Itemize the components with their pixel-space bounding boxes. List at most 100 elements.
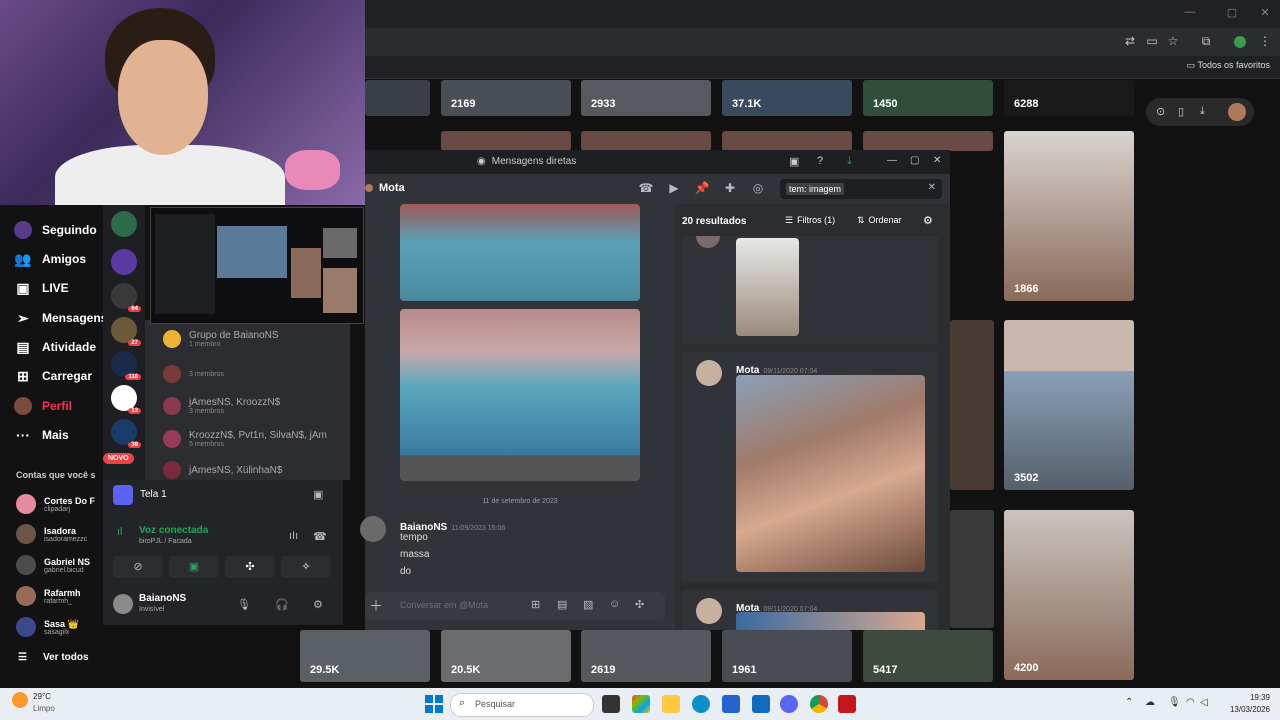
nav-amigos[interactable]: 👥 Amigos — [14, 249, 86, 269]
search-input[interactable]: tem: imagem ✕ — [780, 179, 942, 199]
user-avatar[interactable] — [113, 594, 133, 614]
contact-item[interactable]: Cortes Do Fclipadarj — [16, 492, 95, 516]
dm-item[interactable]: Grupo de BaianoNS 1 membro — [163, 330, 279, 348]
maximize-icon[interactable]: ▢ — [910, 155, 919, 166]
chat-image[interactable] — [400, 204, 640, 301]
sort-button[interactable]: ⇅ Ordenar — [857, 215, 902, 226]
user-avatar-icon[interactable] — [1228, 103, 1246, 121]
file-explorer-icon[interactable] — [662, 695, 680, 713]
server-icon[interactable]: 13 — [111, 385, 141, 414]
attach-plus-icon[interactable]: ＋ — [369, 596, 383, 616]
video-thumbnail[interactable]: 2619 — [581, 630, 711, 682]
translate-icon[interactable]: ⇄ — [1122, 34, 1138, 50]
acrobat-icon[interactable] — [838, 695, 856, 713]
cast-icon[interactable]: ▭ — [1144, 34, 1160, 50]
video-thumbnail[interactable]: 1961 — [722, 630, 852, 682]
video-thumbnail[interactable]: 2933 — [581, 80, 711, 116]
settings-gear-icon[interactable]: ⚙ — [313, 598, 323, 611]
video-thumbnail[interactable]: 3502 — [1004, 320, 1134, 490]
clock-time[interactable]: 19:39 — [1226, 693, 1270, 702]
tray-chevron-icon[interactable]: ⌃ — [1125, 697, 1133, 708]
noise-suppression-icon[interactable]: ıIı — [289, 530, 298, 542]
chat-image[interactable] — [400, 309, 640, 481]
video-thumbnail[interactable] — [950, 320, 994, 490]
gift-icon[interactable]: ⊞ — [531, 598, 540, 611]
close-icon[interactable]: ✕ — [933, 155, 941, 166]
profile-avatar-icon[interactable] — [1234, 36, 1246, 48]
apps-icon[interactable]: ✣ — [635, 598, 644, 611]
taskbar-search[interactable]: ⌕ Pesquisar — [450, 693, 594, 717]
video-call-icon[interactable]: ▶ — [666, 181, 682, 197]
video-thumbnail[interactable]: 6288 — [1004, 80, 1134, 116]
server-icon[interactable]: 118 — [111, 351, 141, 380]
nav-perfil[interactable]: Perfil — [14, 396, 72, 416]
star-icon[interactable]: ☆ — [1165, 34, 1181, 50]
maximize-icon[interactable]: ▢ — [1222, 6, 1242, 22]
close-icon[interactable]: ✕ — [1255, 6, 1275, 22]
tray-app-icon[interactable]: ☁ — [1145, 697, 1155, 708]
result-card[interactable]: Mota 09/11/2020 07:04 — [682, 352, 938, 582]
video-thumbnail[interactable] — [722, 131, 852, 151]
composer-input[interactable]: Conversar em @Mota — [400, 600, 488, 610]
user-profile-icon[interactable]: ◎ — [750, 181, 766, 197]
video-thumbnail[interactable]: 1450 — [863, 80, 993, 116]
contact-item[interactable]: Isadora isadoramezzc — [16, 522, 87, 546]
nav-mensagens[interactable]: ➢ Mensagens — [14, 308, 107, 328]
pin-icon[interactable]: 📌 — [694, 181, 710, 197]
store-icon[interactable] — [722, 695, 740, 713]
server-icon[interactable] — [111, 211, 137, 237]
disconnect-icon[interactable]: ☎ — [313, 530, 327, 543]
dm-item[interactable]: jAmesNS, KroozzN$ 3 membros — [163, 397, 280, 415]
weather-temp[interactable]: 29°C — [33, 692, 51, 701]
video-thumbnail[interactable]: 29.5K — [300, 630, 430, 682]
download-icon[interactable]: ⤓ — [847, 155, 852, 168]
stop-stream-icon[interactable]: ▣ — [313, 488, 323, 501]
video-thumbnail[interactable] — [581, 131, 711, 151]
extensions-icon[interactable]: ⧉ — [1198, 34, 1214, 50]
microphone-icon[interactable]: 🎙 — [237, 598, 251, 611]
history-icon[interactable]: ⊙ — [1156, 105, 1165, 118]
video-thumbnail[interactable] — [365, 80, 430, 116]
avatar[interactable] — [360, 516, 386, 542]
server-icon[interactable]: 27 — [111, 317, 141, 346]
windows-start-icon[interactable] — [425, 695, 443, 713]
result-image[interactable] — [736, 375, 925, 572]
video-thumbnail[interactable] — [950, 510, 994, 628]
nav-carregar[interactable]: ⊞ Carregar — [14, 366, 92, 386]
contact-item[interactable]: Rafarmh rafarmh_ — [16, 584, 81, 608]
server-icon[interactable]: 64 — [111, 283, 141, 312]
video-thumbnail[interactable]: 37.1K — [722, 80, 852, 116]
wifi-icon[interactable]: ◠ — [1186, 697, 1195, 708]
screen-share-button[interactable]: ▣ — [169, 556, 219, 578]
result-card[interactable] — [682, 236, 938, 344]
filters-button[interactable]: ☰ Filtros (1) — [785, 215, 835, 226]
nav-mais[interactable]: ··· Mais — [14, 425, 69, 445]
settings-gear-icon[interactable]: ⚙ — [923, 214, 933, 227]
video-thumbnail[interactable]: 20.5K — [441, 630, 571, 682]
chrome-icon[interactable] — [810, 695, 828, 713]
result-image[interactable] — [736, 238, 799, 336]
activities-button[interactable]: ✣ — [225, 556, 275, 578]
menu-kebab-icon[interactable]: ⋮ — [1257, 34, 1273, 50]
headphones-icon[interactable]: 🎧 — [275, 598, 289, 611]
discord-taskbar-icon[interactable] — [780, 695, 798, 713]
edge-icon[interactable] — [692, 695, 710, 713]
add-friends-icon[interactable]: ✚ — [722, 181, 738, 197]
emoji-icon[interactable]: ☺ — [609, 598, 620, 610]
mic-tray-icon[interactable]: 🎙 — [1168, 697, 1181, 708]
screen-icon[interactable]: ▣ — [789, 155, 799, 168]
dm-item[interactable]: jAmesNS, XülinhaN$ — [163, 461, 282, 479]
server-icon[interactable]: 38 — [111, 419, 141, 448]
nav-atividade[interactable]: ▤ Atividade — [14, 337, 96, 357]
video-thumbnail[interactable]: 1866 — [1004, 131, 1134, 301]
minimize-icon[interactable]: — — [1180, 6, 1200, 22]
dm-item[interactable]: 3 membros — [163, 365, 224, 383]
result-image[interactable] — [736, 612, 925, 630]
screen-share-preview[interactable] — [150, 207, 364, 324]
outlook-icon[interactable] — [752, 695, 770, 713]
voice-call-icon[interactable]: ☎ — [638, 181, 654, 197]
camera-off-button[interactable]: ⊘ — [113, 556, 163, 578]
nav-live[interactable]: ▣ LIVE — [14, 278, 68, 298]
help-icon[interactable]: ? — [817, 155, 823, 167]
all-bookmarks-link[interactable]: ▭ Todos os favoritos — [1187, 60, 1270, 71]
